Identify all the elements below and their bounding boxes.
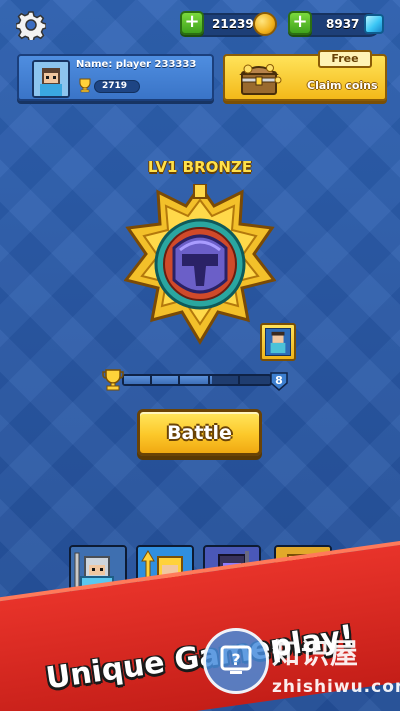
treasure-chest-icon [239, 64, 282, 95]
settings-gear-icon[interactable] [14, 8, 48, 42]
progress-segment [238, 376, 240, 384]
rank-progress-fill [124, 376, 212, 384]
claim-coins-label: Claim coins [307, 79, 378, 92]
rank-title: LV1 BRONZE [147, 158, 253, 176]
trophy-icon [102, 369, 124, 391]
progress-segment [208, 376, 210, 384]
trophy-icon [79, 78, 91, 93]
trophy-count: 2719 [102, 81, 128, 91]
reward-character-icon [265, 328, 291, 356]
battle-button[interactable]: Battle [137, 409, 262, 456]
progress-segment [178, 376, 180, 384]
buy-gems-plus-button[interactable]: + [288, 11, 312, 35]
watermark-url: zhishiwu.com [272, 677, 400, 697]
gem-icon [364, 14, 384, 34]
avatar [32, 60, 70, 98]
next-level-number: 8 [275, 374, 283, 387]
bronze-rank-badge-icon [124, 184, 276, 345]
svg-text:?: ? [231, 650, 240, 669]
gem-amount: 8937 [326, 17, 360, 31]
free-tag: Free [318, 50, 372, 68]
buy-coins-plus-button[interactable]: + [180, 11, 204, 35]
coin-icon [253, 12, 277, 36]
watermark-title: 知识屋 [272, 637, 360, 670]
player-name: Name: player 233333 [76, 59, 197, 70]
watermark-logo-icon: ? [203, 628, 269, 694]
coin-amount: 21239 [212, 17, 254, 31]
progress-segment [150, 376, 152, 384]
battle-button-label: Battle [167, 421, 232, 444]
